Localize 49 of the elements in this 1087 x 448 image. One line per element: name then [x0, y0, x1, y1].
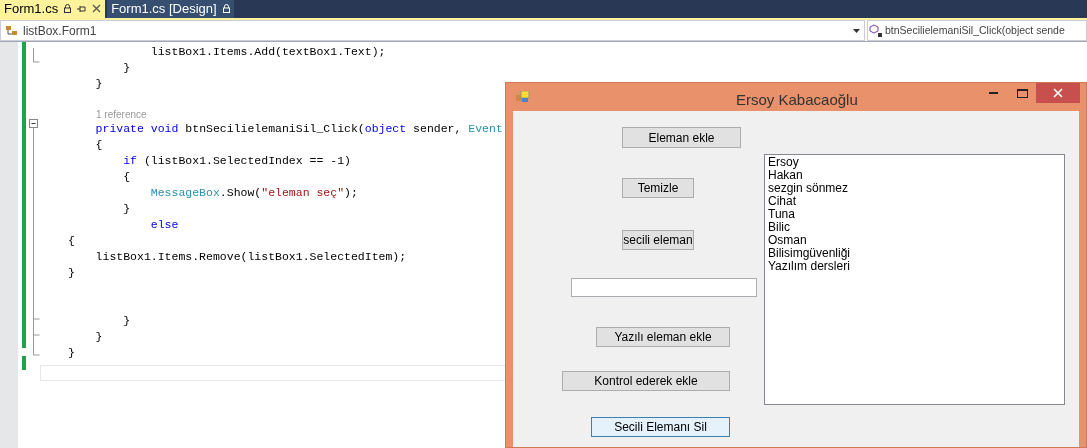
code-line: } [68, 265, 75, 282]
minimize-icon [989, 91, 999, 95]
code-line: } [122, 201, 131, 218]
code-line: { [122, 169, 131, 186]
list-item[interactable]: Yazılım dersleri [768, 260, 1064, 273]
code-line: listBox1.Items.Add(textBox1.Text); [149, 44, 386, 61]
lock-icon [222, 4, 230, 13]
list-box[interactable]: Ersoy Hakan sezgin sönmez Cihat Tuna Bilic Osman Bilisimgüvenliği Yazılım dersleri [764, 154, 1065, 405]
list-item[interactable]: sezgin sönmez [768, 182, 1064, 195]
list-item[interactable]: Cihat [768, 195, 1064, 208]
form-button[interactable]: Temizle [622, 178, 694, 198]
lock-icon [64, 4, 72, 13]
form-button[interactable]: Eleman ekle [622, 127, 741, 148]
class-icon [5, 24, 19, 37]
file-tab[interactable]: Form1.cs [0, 0, 106, 18]
code-line: { [94, 137, 103, 154]
code-line: } [94, 329, 103, 346]
list-item[interactable]: Bilisimgüvenliği [768, 247, 1064, 260]
file-tab[interactable]: Form1.cs [Design] [107, 0, 234, 18]
caret-icon [853, 28, 860, 33]
form-button[interactable]: Yazılı eleman ekle [596, 327, 730, 347]
code-line: } [94, 76, 103, 93]
code-line: else [149, 217, 179, 234]
code-line: } [122, 313, 131, 330]
close-icon[interactable] [92, 4, 102, 13]
member-dropdown[interactable]: btnSecilielemaniSil_Click(object sende [867, 20, 1087, 41]
class-dropdown[interactable]: listBox.Form1 [0, 20, 865, 41]
code-line: listBox1.Items.Remove(listBox1.SelectedItem); [94, 249, 407, 266]
method-icon [869, 23, 883, 38]
code-line: MessageBox.Show("eleman seç"); [149, 185, 358, 202]
form-button[interactable]: secili eleman [622, 230, 694, 250]
list-item[interactable]: Tuna [768, 208, 1064, 221]
list-item[interactable]: Ersoy [768, 156, 1064, 169]
list-item[interactable]: Bilic [768, 221, 1064, 234]
form-icon [516, 91, 530, 103]
list-item[interactable]: Hakan [768, 169, 1064, 182]
code-line: private void btnSecilielemaniSil_Click(object sender, Event [94, 121, 503, 138]
code-line: { [68, 233, 75, 250]
maximize-icon [1016, 88, 1028, 98]
code-line: } [122, 60, 131, 77]
code-line: } [68, 345, 75, 362]
window-title: Ersoy Kabacaoğlu [736, 90, 858, 110]
list-item[interactable]: Osman [768, 234, 1064, 247]
pin-icon[interactable] [77, 4, 87, 13]
close-icon [1053, 88, 1063, 98]
code-line: if (listBox1.SelectedIndex == -1) [122, 153, 351, 170]
form-button[interactable]: Kontrol ederek ekle [562, 371, 730, 391]
text-input-field[interactable] [571, 278, 757, 297]
form-button[interactable]: Secili Elemanı Sil [591, 417, 730, 437]
